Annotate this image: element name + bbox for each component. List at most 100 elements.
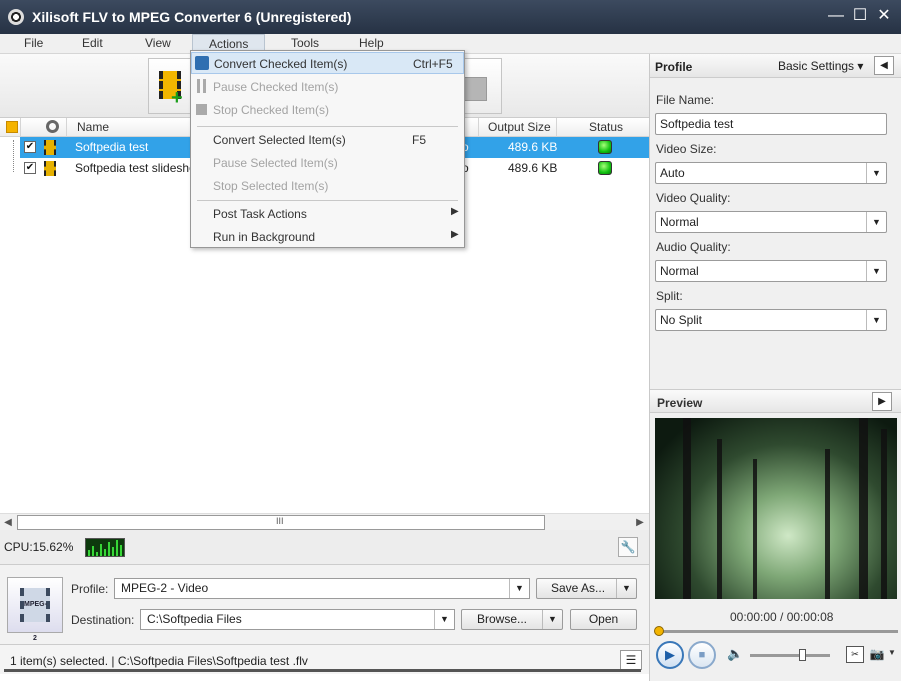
chevron-down-icon: ▾ <box>857 59 864 73</box>
plus-icon: + <box>171 87 183 109</box>
destination-select[interactable]: C:\Softpedia Files ▼ <box>140 609 455 630</box>
pause-icon <box>197 79 206 93</box>
profile-value: MPEG-2 - Video <box>121 581 209 595</box>
row-checkbox[interactable]: ✔ <box>24 141 36 153</box>
tree-line <box>13 140 14 172</box>
video-file-icon <box>44 161 56 176</box>
menu-item-pause-checked[interactable]: Pause Checked Item(s) <box>191 76 464 98</box>
file-name-field[interactable]: Softpedia test <box>655 113 887 135</box>
row-name: Softpedia test slidesho <box>75 161 196 175</box>
status-progress-line <box>4 669 641 672</box>
cpu-label: CPU:15.62% <box>4 540 74 554</box>
minimize-button[interactable]: — <box>826 6 846 26</box>
expand-right-icon[interactable]: ▶ <box>872 392 892 411</box>
window-title: Xilisoft FLV to MPEG Converter 6 (Unregi… <box>32 9 352 25</box>
seek-handle[interactable] <box>654 626 664 636</box>
row-name: Softpedia test <box>75 140 149 154</box>
browse-button[interactable]: Browse... ▼ <box>461 609 563 630</box>
preview-panel-title: Preview <box>657 396 703 410</box>
browse-label: Browse... <box>477 612 528 626</box>
disc-icon <box>8 9 24 25</box>
clip-icon[interactable]: ✂ <box>846 646 864 663</box>
menu-item-convert-checked[interactable]: Convert Checked Item(s) Ctrl+F5 <box>191 52 464 74</box>
menu-file[interactable]: File <box>24 36 43 50</box>
row-output-size: 489.6 KB <box>508 161 558 175</box>
scroll-thumb[interactable]: III <box>17 515 545 530</box>
audio-quality-label: Audio Quality: <box>656 240 731 254</box>
basic-settings-dropdown[interactable]: Basic Settings ▾ <box>778 59 863 73</box>
chevron-down-icon[interactable]: ▼ <box>509 579 529 598</box>
profile-panel-title: Profile <box>655 60 693 74</box>
submenu-arrow-icon: ▶ <box>451 229 459 240</box>
collapse-left-icon[interactable]: ◀ <box>874 56 894 75</box>
save-as-button[interactable]: Save As... ▼ <box>536 578 637 599</box>
video-preview <box>655 418 897 599</box>
menu-help[interactable]: Help <box>359 36 384 50</box>
column-status[interactable]: Status <box>589 120 623 134</box>
maximize-button[interactable]: ☐ <box>850 6 870 26</box>
playback-time: 00:00:00 / 00:00:08 <box>730 610 834 624</box>
chevron-down-icon[interactable]: ▼ <box>866 310 886 330</box>
menu-edit[interactable]: Edit <box>82 36 103 50</box>
profile-label: Profile: <box>71 582 109 596</box>
chevron-down-icon[interactable]: ▼ <box>888 648 896 657</box>
actions-menu: Convert Checked Item(s) Ctrl+F5 Pause Ch… <box>190 50 465 248</box>
file-name-label: File Name: <box>656 93 715 107</box>
volume-handle[interactable] <box>799 649 806 661</box>
open-button[interactable]: Open <box>570 609 637 630</box>
play-icon[interactable]: ▶ <box>656 641 684 669</box>
row-checkbox[interactable]: ✔ <box>24 162 36 174</box>
scroll-right-icon[interactable]: ▶ <box>632 515 648 530</box>
volume-slider[interactable] <box>750 649 830 661</box>
video-size-select[interactable]: Auto ▼ <box>655 162 887 184</box>
row-output-size: 489.6 KB <box>508 140 558 154</box>
close-button[interactable]: ✕ <box>874 6 894 26</box>
volume-icon[interactable]: 🔈 <box>727 646 743 662</box>
chevron-down-icon[interactable]: ▼ <box>866 212 886 232</box>
title-bar: Xilisoft FLV to MPEG Converter 6 (Unregi… <box>0 0 901 34</box>
menu-tools[interactable]: Tools <box>291 36 319 50</box>
menu-item-run-in-background[interactable]: Run in Background ▶ <box>191 226 464 248</box>
horizontal-scrollbar[interactable]: ◀ III ▶ <box>0 513 649 530</box>
split-select[interactable]: No Split ▼ <box>655 309 887 331</box>
column-name[interactable]: Name <box>77 120 109 134</box>
seek-bar[interactable] <box>654 626 898 636</box>
chevron-down-icon[interactable]: ▼ <box>616 579 636 598</box>
chevron-down-icon[interactable]: ▼ <box>434 610 454 629</box>
video-quality-select[interactable]: Normal ▼ <box>655 211 887 233</box>
menu-item-stop-checked[interactable]: Stop Checked Item(s) <box>191 99 464 121</box>
submenu-arrow-icon: ▶ <box>451 206 459 217</box>
chevron-down-icon[interactable]: ▼ <box>542 610 562 629</box>
split-label: Split: <box>656 289 683 303</box>
chevron-down-icon[interactable]: ▼ <box>866 261 886 281</box>
format-icon[interactable]: MPEG-2 <box>7 577 63 642</box>
check-all-checkbox[interactable] <box>6 121 18 133</box>
menu-item-post-task-actions[interactable]: Post Task Actions ▶ <box>191 203 464 225</box>
status-text: 1 item(s) selected. | C:\Softpedia Files… <box>10 654 308 668</box>
add-file-button[interactable]: + <box>148 58 192 114</box>
video-quality-label: Video Quality: <box>656 191 731 205</box>
menu-item-pause-selected[interactable]: Pause Selected Item(s) <box>191 152 464 174</box>
menu-item-stop-selected[interactable]: Stop Selected Item(s) <box>191 175 464 197</box>
scroll-grip: III <box>276 516 284 526</box>
camera-icon[interactable]: 📷 <box>868 646 886 663</box>
target-icon <box>46 120 59 133</box>
menu-item-convert-selected[interactable]: Convert Selected Item(s) F5 <box>191 129 464 151</box>
status-ready-icon <box>598 140 612 154</box>
cpu-bar: CPU:15.62% 🔧 <box>0 530 649 564</box>
log-icon[interactable]: ☰ <box>620 650 642 670</box>
stop-icon <box>196 104 207 115</box>
audio-quality-select[interactable]: Normal ▼ <box>655 260 887 282</box>
destination-value: C:\Softpedia Files <box>147 612 242 626</box>
stop-icon[interactable]: ■ <box>688 641 716 669</box>
scroll-left-icon[interactable]: ◀ <box>0 515 16 530</box>
cpu-graph <box>85 538 125 557</box>
wrench-icon[interactable]: 🔧 <box>618 537 638 557</box>
video-file-icon <box>44 140 56 155</box>
chevron-down-icon[interactable]: ▼ <box>866 163 886 183</box>
profile-select[interactable]: MPEG-2 - Video ▼ <box>114 578 530 599</box>
convert-icon <box>195 56 209 70</box>
menu-view[interactable]: View <box>145 36 171 50</box>
preview-panel-header: Preview ▶ <box>650 389 901 413</box>
column-output-size[interactable]: Output Size <box>488 120 551 134</box>
